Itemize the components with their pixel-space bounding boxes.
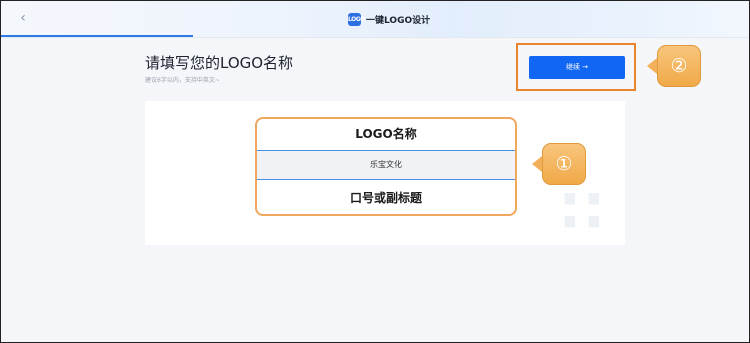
logo-icon: LOGO (348, 12, 365, 26)
back-button[interactable]: ‹ (15, 9, 31, 27)
callout-badge-1: ① (542, 143, 586, 185)
app-title: 一键LOGO设计 (366, 15, 431, 26)
app-window: ‹ LOGO 一键LOGO设计 请填写您的LOGO名称 建议6字以内，支持中英文… (0, 0, 750, 343)
slogan-field[interactable]: 口号或副标题 (257, 180, 515, 214)
brand: LOGO 一键LOGO设计 (348, 11, 430, 27)
logo-name-heading: LOGO名称 (257, 119, 515, 151)
page-title: 请填写您的LOGO名称 (145, 54, 294, 72)
watermark-icon: ∷ (561, 181, 603, 243)
continue-button[interactable]: 继续 → (529, 56, 625, 79)
callout-pointer (532, 156, 542, 172)
callout-badge-2: ② (657, 45, 701, 87)
callout-pointer (647, 58, 657, 74)
top-bar: ‹ LOGO 一键LOGO设计 (1, 1, 749, 38)
logo-name-input[interactable] (257, 151, 515, 180)
chevron-left-icon: ‹ (20, 10, 26, 26)
logo-name-form: LOGO名称 口号或副标题 (255, 117, 517, 216)
page-subtitle: 建议6字以内，支持中英文~ (145, 77, 220, 84)
header-progress-accent (1, 35, 193, 37)
